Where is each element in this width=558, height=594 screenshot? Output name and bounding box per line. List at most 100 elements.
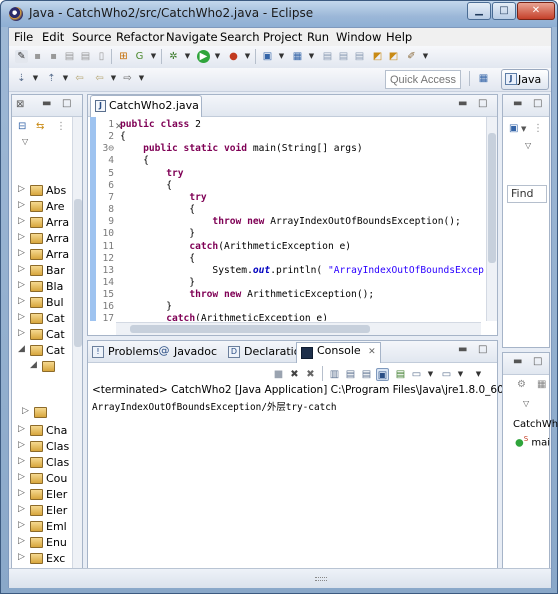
tree-item[interactable]: ▷ Cat [12, 327, 78, 343]
chevron-down-icon[interactable]: ▼ [241, 50, 254, 63]
chevron-down-icon[interactable]: ▼ [147, 50, 160, 63]
open-folder-icon[interactable]: ◩ [371, 50, 384, 63]
chevron-down-icon[interactable]: ▼ [135, 72, 148, 85]
package-explorer-scrollbar[interactable] [72, 117, 82, 581]
collapsed-arrow-icon[interactable]: ▷ [18, 504, 25, 514]
collapsed-arrow-icon[interactable]: ▷ [18, 296, 25, 306]
chevron-down-icon[interactable]: ▼ [275, 50, 288, 63]
tree-item[interactable]: ▷ Cat [12, 311, 78, 327]
menu-refactor[interactable]: Refactor [116, 30, 164, 44]
tab-catchwho2-java[interactable]: J CatchWho2.java ✕ [90, 95, 202, 132]
tree-item[interactable]: ▷ Clas [12, 439, 78, 455]
pin-console-icon[interactable]: ▤ [394, 368, 407, 381]
chevron-down-icon[interactable]: ▼ [521, 125, 526, 133]
editor-horizontal-scrollbar[interactable] [116, 322, 481, 335]
chevron-down-icon[interactable]: ▼ [59, 72, 72, 85]
build-icon[interactable]: ⊞ [117, 50, 130, 63]
collapse-all-icon[interactable]: ⊟ [18, 121, 26, 132]
chevron-down-icon[interactable]: ▼ [454, 368, 467, 381]
debug-icon[interactable]: ✲ [167, 50, 180, 63]
minimize-icon[interactable]: ▬ [458, 344, 467, 355]
chevron-down-icon[interactable]: ▼ [419, 50, 432, 63]
chevron-down-icon[interactable]: ▽ [22, 137, 28, 146]
menu-search[interactable]: Search [220, 30, 260, 44]
forward-icon[interactable]: ⇨ [121, 72, 134, 85]
collapsed-arrow-icon[interactable]: ▷ [18, 536, 25, 546]
tree-item[interactable]: ▷ Arra [12, 247, 78, 263]
maximize-icon[interactable]: □ [533, 356, 542, 367]
maximize-icon[interactable]: □ [533, 98, 542, 109]
open-task-icon[interactable]: ▤ [337, 50, 350, 63]
print-icon[interactable]: ▤ [63, 50, 76, 63]
menu-file[interactable]: File [14, 30, 33, 44]
package-explorer-tab-icon[interactable]: ⊠ [16, 99, 24, 110]
menu-navigate[interactable]: Navigate [166, 30, 218, 44]
new-icon[interactable]: ✎ [15, 50, 28, 63]
quick-access-input[interactable] [385, 70, 461, 89]
tab-close-icon[interactable]: ✕ [368, 347, 376, 357]
collapsed-arrow-icon[interactable]: ▷ [18, 328, 25, 338]
chevron-down-icon[interactable]: ▼ [211, 50, 224, 63]
open-project-icon[interactable]: ◩ [387, 50, 400, 63]
link-editor-icon[interactable]: ⇆ [36, 121, 44, 132]
tree-item[interactable]: ◢ Cat [12, 343, 78, 359]
outline-main-method[interactable]: ●S mai [515, 435, 550, 448]
expanded-arrow-icon[interactable]: ◢ [30, 360, 37, 370]
tree-child[interactable]: ▷ [12, 405, 78, 421]
new-java-project-icon[interactable]: ▣ [261, 50, 274, 63]
collapsed-arrow-icon[interactable]: ▷ [18, 488, 25, 498]
open-console-icon[interactable]: ▭ [440, 368, 453, 381]
sort-icon[interactable]: ▦ [537, 379, 546, 390]
view-menu-icon[interactable]: ▼ [472, 368, 485, 381]
minimize-icon[interactable]: ▬ [458, 98, 467, 109]
minimize-icon[interactable]: ▬ [513, 356, 522, 367]
scrollbar-thumb[interactable] [74, 199, 82, 347]
open-type-icon[interactable]: ▤ [321, 50, 334, 63]
view-menu-icon[interactable]: ⋮ [56, 121, 66, 132]
hide-fields-icon[interactable]: ⚙ [517, 379, 526, 390]
maximize-icon[interactable]: □ [478, 98, 487, 109]
maximize-icon[interactable]: □ [478, 344, 487, 355]
tab-console[interactable]: Console ✕ [296, 342, 381, 363]
collapsed-arrow-icon[interactable]: ▷ [18, 456, 25, 466]
tree-item[interactable]: ▷ Are [12, 199, 78, 215]
maximize-icon[interactable]: □ [62, 98, 71, 109]
chevron-down-icon[interactable]: ▼ [29, 72, 42, 85]
external-tools-icon[interactable]: ● [227, 50, 240, 63]
code-area[interactable]: 1 public class 2 2{3⊖ public static void m… [88, 117, 497, 321]
chevron-down-icon[interactable]: ▽ [525, 141, 531, 150]
remove-all-icon[interactable]: ✖ [304, 368, 317, 381]
tree-item[interactable]: ▷ Bla [12, 279, 78, 295]
java-perspective-button[interactable]: J Java [501, 69, 549, 90]
chevron-down-icon[interactable]: ▼ [107, 72, 120, 85]
tree-item[interactable]: ▷ Arra [12, 215, 78, 231]
collapsed-arrow-icon[interactable]: ▷ [18, 184, 25, 194]
tree-item[interactable]: ▷ Exc [12, 551, 78, 567]
collapsed-arrow-icon[interactable]: ▷ [18, 312, 25, 322]
chevron-down-icon[interactable]: ▽ [523, 399, 529, 408]
minimize-button[interactable]: ▁ [467, 2, 491, 20]
console-output[interactable]: ArrayIndexOutOfBoundsException/外层try-cat… [92, 399, 337, 413]
back-icon[interactable]: ⇦ [93, 72, 106, 85]
new-task-icon[interactable]: ▣ [509, 123, 518, 134]
refresh-icon[interactable]: G [133, 50, 146, 63]
chevron-down-icon[interactable]: ▼ [424, 368, 437, 381]
menu-project[interactable]: Project [263, 30, 302, 44]
tree-item[interactable]: ▷ Cha [12, 423, 78, 439]
collapsed-arrow-icon[interactable]: ▷ [18, 280, 25, 290]
view-menu-icon[interactable]: ⋮ [533, 123, 543, 134]
tree-item[interactable]: ▷ Eler [12, 487, 78, 503]
status-grip[interactable] [315, 577, 327, 581]
close-button[interactable]: ✕ [517, 2, 555, 20]
menu-edit[interactable]: Edit [42, 30, 64, 44]
toggle-icon[interactable]: ▯ [95, 50, 108, 63]
last-edit-icon[interactable]: ⇦ [73, 72, 86, 85]
menu-run[interactable]: Run [307, 30, 329, 44]
menu-help[interactable]: Help [386, 30, 412, 44]
tree-item[interactable]: ▷ Clas [12, 455, 78, 471]
chevron-down-icon[interactable]: ▼ [305, 50, 318, 63]
save-icon[interactable]: ▪ [31, 50, 44, 63]
maximize-button[interactable]: □ [492, 2, 516, 20]
search-icon[interactable]: ✐ [405, 50, 418, 63]
tab-problems[interactable]: ! Problems [92, 344, 159, 362]
